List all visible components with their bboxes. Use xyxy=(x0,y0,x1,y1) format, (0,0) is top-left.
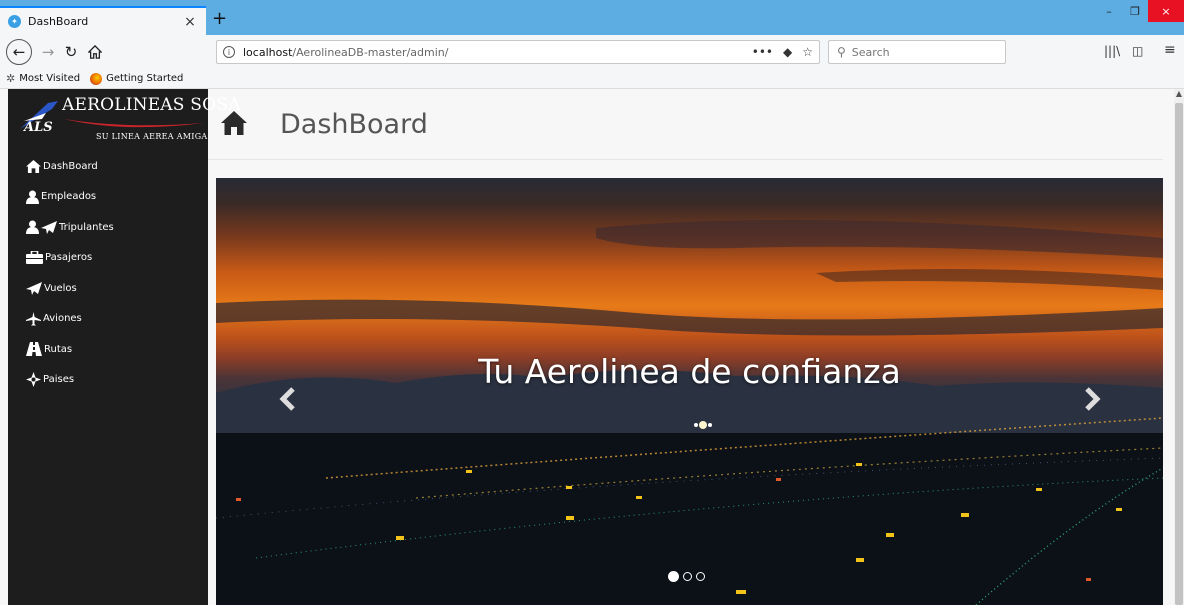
paper-plane-icon xyxy=(26,281,42,295)
minimize-button[interactable]: – xyxy=(1096,0,1122,22)
reload-button[interactable]: ↻ xyxy=(60,39,82,65)
page-actions-icon[interactable]: ••• xyxy=(752,45,773,59)
carousel-indicator[interactable] xyxy=(696,572,705,581)
bookmark-label: Getting Started xyxy=(106,73,184,84)
browser-tab[interactable]: ✦ DashBoard × xyxy=(0,6,206,35)
new-tab-button[interactable]: + xyxy=(212,8,227,29)
carousel-caption: Tu Aerolinea de confianza xyxy=(478,352,901,391)
bookmark-getting-started[interactable]: Getting Started xyxy=(90,72,184,85)
tab-title: DashBoard xyxy=(28,15,89,28)
road-icon xyxy=(26,342,42,357)
sidebar-item-label: Vuelos xyxy=(44,282,77,294)
tab-close-button[interactable]: × xyxy=(182,14,198,30)
carousel-indicator[interactable] xyxy=(683,572,692,581)
url-host: localhost xyxy=(243,45,293,59)
search-icon: ⚲ xyxy=(837,45,846,59)
search-input[interactable] xyxy=(851,45,992,59)
info-icon[interactable]: i xyxy=(223,46,235,58)
sidebar-item-dashboard[interactable]: DashBoard xyxy=(8,151,208,182)
sidebar-item-label: Rutas xyxy=(44,343,73,355)
sidebar-item-pasajeros[interactable]: Pasajeros xyxy=(8,243,208,274)
back-button[interactable]: ← xyxy=(6,39,32,65)
maximize-button[interactable]: ❐ xyxy=(1122,0,1148,22)
main-content: DashBoard Tu Aerolinea de confianza xyxy=(208,89,1174,605)
home-icon xyxy=(88,45,102,59)
paper-plane-icon xyxy=(41,220,57,234)
firefox-icon xyxy=(90,72,103,85)
vertical-scrollbar[interactable]: ▲ xyxy=(1174,89,1184,605)
sidebar-item-label: DashBoard xyxy=(43,160,98,172)
sidebar: ALS AEROLINEAS SOSA SU LINEA AEREA AMIGA… xyxy=(8,89,240,605)
logo-tagline: SU LINEA AEREA AMIGA xyxy=(96,132,208,141)
bookmark-label: Most Visited xyxy=(19,73,81,84)
page-title: DashBoard xyxy=(280,109,428,140)
close-window-button[interactable]: × xyxy=(1148,0,1184,22)
home-icon xyxy=(221,111,247,135)
library-icon[interactable]: |||\ xyxy=(1104,44,1120,58)
sidebar-item-label: Aviones xyxy=(43,313,82,325)
sidebar-item-label: Paises xyxy=(43,374,75,386)
hero-carousel[interactable]: Tu Aerolinea de confianza xyxy=(216,178,1163,605)
plane-icon xyxy=(26,311,41,326)
carousel-slide-image xyxy=(216,220,1163,605)
sidebar-item-label: Pasajeros xyxy=(45,252,93,264)
user-icon xyxy=(26,220,39,235)
carousel-next-button[interactable] xyxy=(1076,384,1106,414)
svg-text:ALS: ALS xyxy=(22,120,53,133)
airline-logo-icon: ALS xyxy=(20,101,58,133)
sidebar-item-aviones[interactable]: Aviones xyxy=(8,304,208,335)
sidebar-toggle-icon[interactable]: ◫ xyxy=(1132,44,1143,58)
bookmark-most-visited[interactable]: ✲ Most Visited xyxy=(6,72,80,85)
carousel-prev-button[interactable] xyxy=(274,384,304,414)
carousel-indicator[interactable] xyxy=(668,571,679,582)
scrollbar-thumb[interactable] xyxy=(1175,103,1183,605)
menu-icon[interactable]: ≡ xyxy=(1164,42,1176,58)
sidebar-item-label: Tripulantes xyxy=(59,221,114,233)
sidebar-item-vuelos[interactable]: Vuelos xyxy=(8,273,208,304)
home-button[interactable] xyxy=(84,39,106,65)
scroll-up-arrow-icon[interactable]: ▲ xyxy=(1174,89,1184,101)
home-icon xyxy=(26,159,41,173)
compass-icon xyxy=(26,372,41,388)
bookmark-star-icon[interactable]: ☆ xyxy=(802,45,813,59)
tab-bar: ✦ DashBoard × + – ❐ × xyxy=(0,0,1184,35)
page-header: DashBoard xyxy=(208,89,1163,160)
logo-swoosh xyxy=(64,119,204,128)
sidebar-item-empleados[interactable]: Empleados xyxy=(8,182,208,213)
user-icon xyxy=(26,190,39,204)
sidebar-item-paises[interactable]: Paises xyxy=(8,365,208,396)
sidebar-item-rutas[interactable]: Rutas xyxy=(8,334,208,365)
logo[interactable]: ALS AEROLINEAS SOSA SU LINEA AEREA AMIGA xyxy=(8,89,240,151)
search-box[interactable]: ⚲ xyxy=(828,40,1006,64)
gear-icon: ✲ xyxy=(6,72,16,85)
carousel-indicators xyxy=(668,571,705,582)
briefcase-icon xyxy=(26,251,43,265)
sidebar-item-label: Empleados xyxy=(41,191,97,203)
page: ALS AEROLINEAS SOSA SU LINEA AEREA AMIGA… xyxy=(0,89,1184,605)
sidebar-item-tripulantes[interactable]: Tripulantes xyxy=(8,212,208,243)
address-bar[interactable]: i localhost/AerolineaDB-master/admin/ ••… xyxy=(216,40,820,64)
url-path: /AerolineaDB-master/admin/ xyxy=(292,45,449,59)
bookmarks-toolbar: ✲ Most Visited Getting Started xyxy=(0,69,1184,89)
favicon-icon: ✦ xyxy=(8,15,21,28)
sidebar-menu: DashBoard Empleados Tripulantes Pasajero… xyxy=(8,151,208,395)
forward-button[interactable]: → xyxy=(38,39,58,65)
pocket-icon[interactable]: ◆ xyxy=(783,45,792,59)
